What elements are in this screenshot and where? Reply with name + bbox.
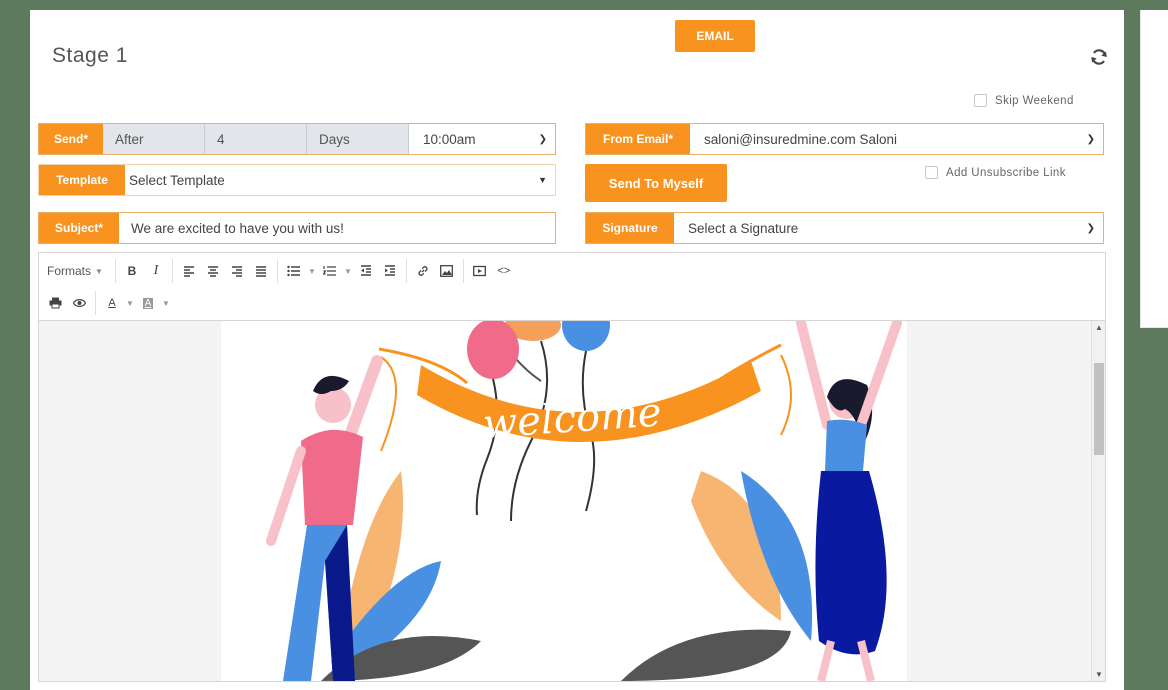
- toolbar-row-1: Formats ▼ B I ▼ ▼ <>: [39, 255, 516, 287]
- send-unit-field[interactable]: Days: [307, 124, 409, 154]
- text-color-icon[interactable]: A: [100, 291, 124, 315]
- from-email-value: saloni@insuredmine.com Saloni: [704, 131, 898, 147]
- toolbar-divider: [405, 259, 407, 283]
- toolbar-divider: [114, 259, 116, 283]
- editor-content[interactable]: welcome ▲ ▼: [39, 321, 1105, 681]
- bold-icon[interactable]: B: [120, 259, 144, 283]
- preview-icon[interactable]: [67, 291, 91, 315]
- chevron-down-icon: ❯: [1086, 133, 1095, 145]
- toolbar-divider: [276, 259, 278, 283]
- caret-down-icon[interactable]: ▼: [342, 259, 354, 283]
- image-icon[interactable]: [435, 259, 459, 283]
- link-icon[interactable]: [411, 259, 435, 283]
- signature-select[interactable]: Select a Signature ❯: [674, 213, 1103, 243]
- caret-down-icon: ▼: [95, 266, 103, 276]
- caret-down-icon: ▼: [538, 175, 547, 185]
- from-email-row: From Email* saloni@insuredmine.com Salon…: [585, 123, 1104, 155]
- chevron-down-icon: ❯: [1086, 222, 1095, 234]
- toolbar-divider: [95, 291, 96, 315]
- right-side-panel: [1140, 10, 1168, 328]
- subject-row: Subject* We are excited to have you with…: [38, 212, 556, 244]
- outdent-icon[interactable]: [354, 259, 378, 283]
- send-time-value: 10:00am: [423, 131, 476, 147]
- from-email-select[interactable]: saloni@insuredmine.com Saloni ❯: [690, 124, 1103, 154]
- scroll-up-icon[interactable]: ▲: [1095, 323, 1103, 332]
- numbered-list-icon[interactable]: [318, 259, 342, 283]
- welcome-illustration: welcome: [221, 321, 907, 681]
- align-justify-icon[interactable]: [249, 259, 273, 283]
- align-left-icon[interactable]: [177, 259, 201, 283]
- send-after-field[interactable]: After: [103, 124, 205, 154]
- caret-down-icon[interactable]: ▼: [306, 259, 318, 283]
- send-to-myself-button[interactable]: Send To Myself: [585, 164, 727, 202]
- editor-scrollbar[interactable]: ▲ ▼: [1091, 321, 1105, 681]
- subject-label: Subject*: [39, 213, 119, 243]
- send-time-select[interactable]: 10:00am ❯: [409, 124, 555, 154]
- skip-weekend-option: Skip Weekend: [974, 94, 1074, 107]
- signature-value: Select a Signature: [688, 220, 799, 236]
- code-icon[interactable]: <>: [492, 259, 516, 283]
- align-center-icon[interactable]: [201, 259, 225, 283]
- align-right-icon[interactable]: [225, 259, 249, 283]
- media-icon[interactable]: [468, 259, 492, 283]
- toolbar-row-2: A ▼ A ▼: [43, 287, 172, 319]
- email-stage-card: Stage 1 EMAIL Skip Weekend Send* After 4…: [30, 10, 1124, 690]
- formats-dropdown[interactable]: Formats ▼: [39, 264, 111, 278]
- email-button[interactable]: EMAIL: [675, 20, 755, 52]
- scrollbar-thumb[interactable]: [1094, 363, 1104, 455]
- template-select[interactable]: Select Template ▼: [125, 165, 555, 195]
- toolbar-divider: [171, 259, 173, 283]
- send-row: Send* After 4 Days 10:00am ❯: [38, 123, 556, 155]
- send-count-input[interactable]: 4: [205, 124, 307, 154]
- print-icon[interactable]: [43, 291, 67, 315]
- toolbar-divider: [462, 259, 464, 283]
- subject-input[interactable]: We are excited to have you with us!: [119, 213, 555, 243]
- banner-text: welcome: [481, 389, 663, 447]
- rich-text-editor: Formats ▼ B I ▼ ▼ <> A ▼ A ▼ welcome ▲ ▼: [38, 252, 1106, 682]
- stage-title: Stage 1: [52, 44, 128, 67]
- formats-label: Formats: [47, 264, 92, 278]
- template-label: Template: [39, 165, 125, 195]
- caret-down-icon[interactable]: ▼: [160, 291, 172, 315]
- chevron-down-icon: ❯: [538, 133, 547, 145]
- send-label: Send*: [39, 124, 103, 154]
- signature-row: Signature Select a Signature ❯: [585, 212, 1104, 244]
- from-email-label: From Email*: [586, 124, 690, 154]
- bullet-list-icon[interactable]: [282, 259, 306, 283]
- caret-down-icon[interactable]: ▼: [124, 291, 136, 315]
- add-unsubscribe-option: Add Unsubscribe Link: [925, 166, 1066, 179]
- skip-weekend-checkbox[interactable]: [974, 94, 987, 107]
- template-row: Template Select Template ▼: [38, 164, 556, 196]
- skip-weekend-label: Skip Weekend: [995, 94, 1074, 107]
- add-unsubscribe-label: Add Unsubscribe Link: [946, 166, 1066, 179]
- editor-toolbar: Formats ▼ B I ▼ ▼ <> A ▼ A ▼: [39, 253, 1105, 321]
- template-value: Select Template: [129, 172, 225, 188]
- subject-value: We are excited to have you with us!: [131, 220, 344, 236]
- refresh-icon[interactable]: [1088, 46, 1110, 68]
- add-unsubscribe-checkbox[interactable]: [925, 166, 938, 179]
- signature-label: Signature: [586, 213, 674, 243]
- indent-icon[interactable]: [378, 259, 402, 283]
- background-color-icon[interactable]: A: [136, 291, 160, 315]
- scroll-down-icon[interactable]: ▼: [1095, 670, 1103, 679]
- italic-icon[interactable]: I: [144, 259, 168, 283]
